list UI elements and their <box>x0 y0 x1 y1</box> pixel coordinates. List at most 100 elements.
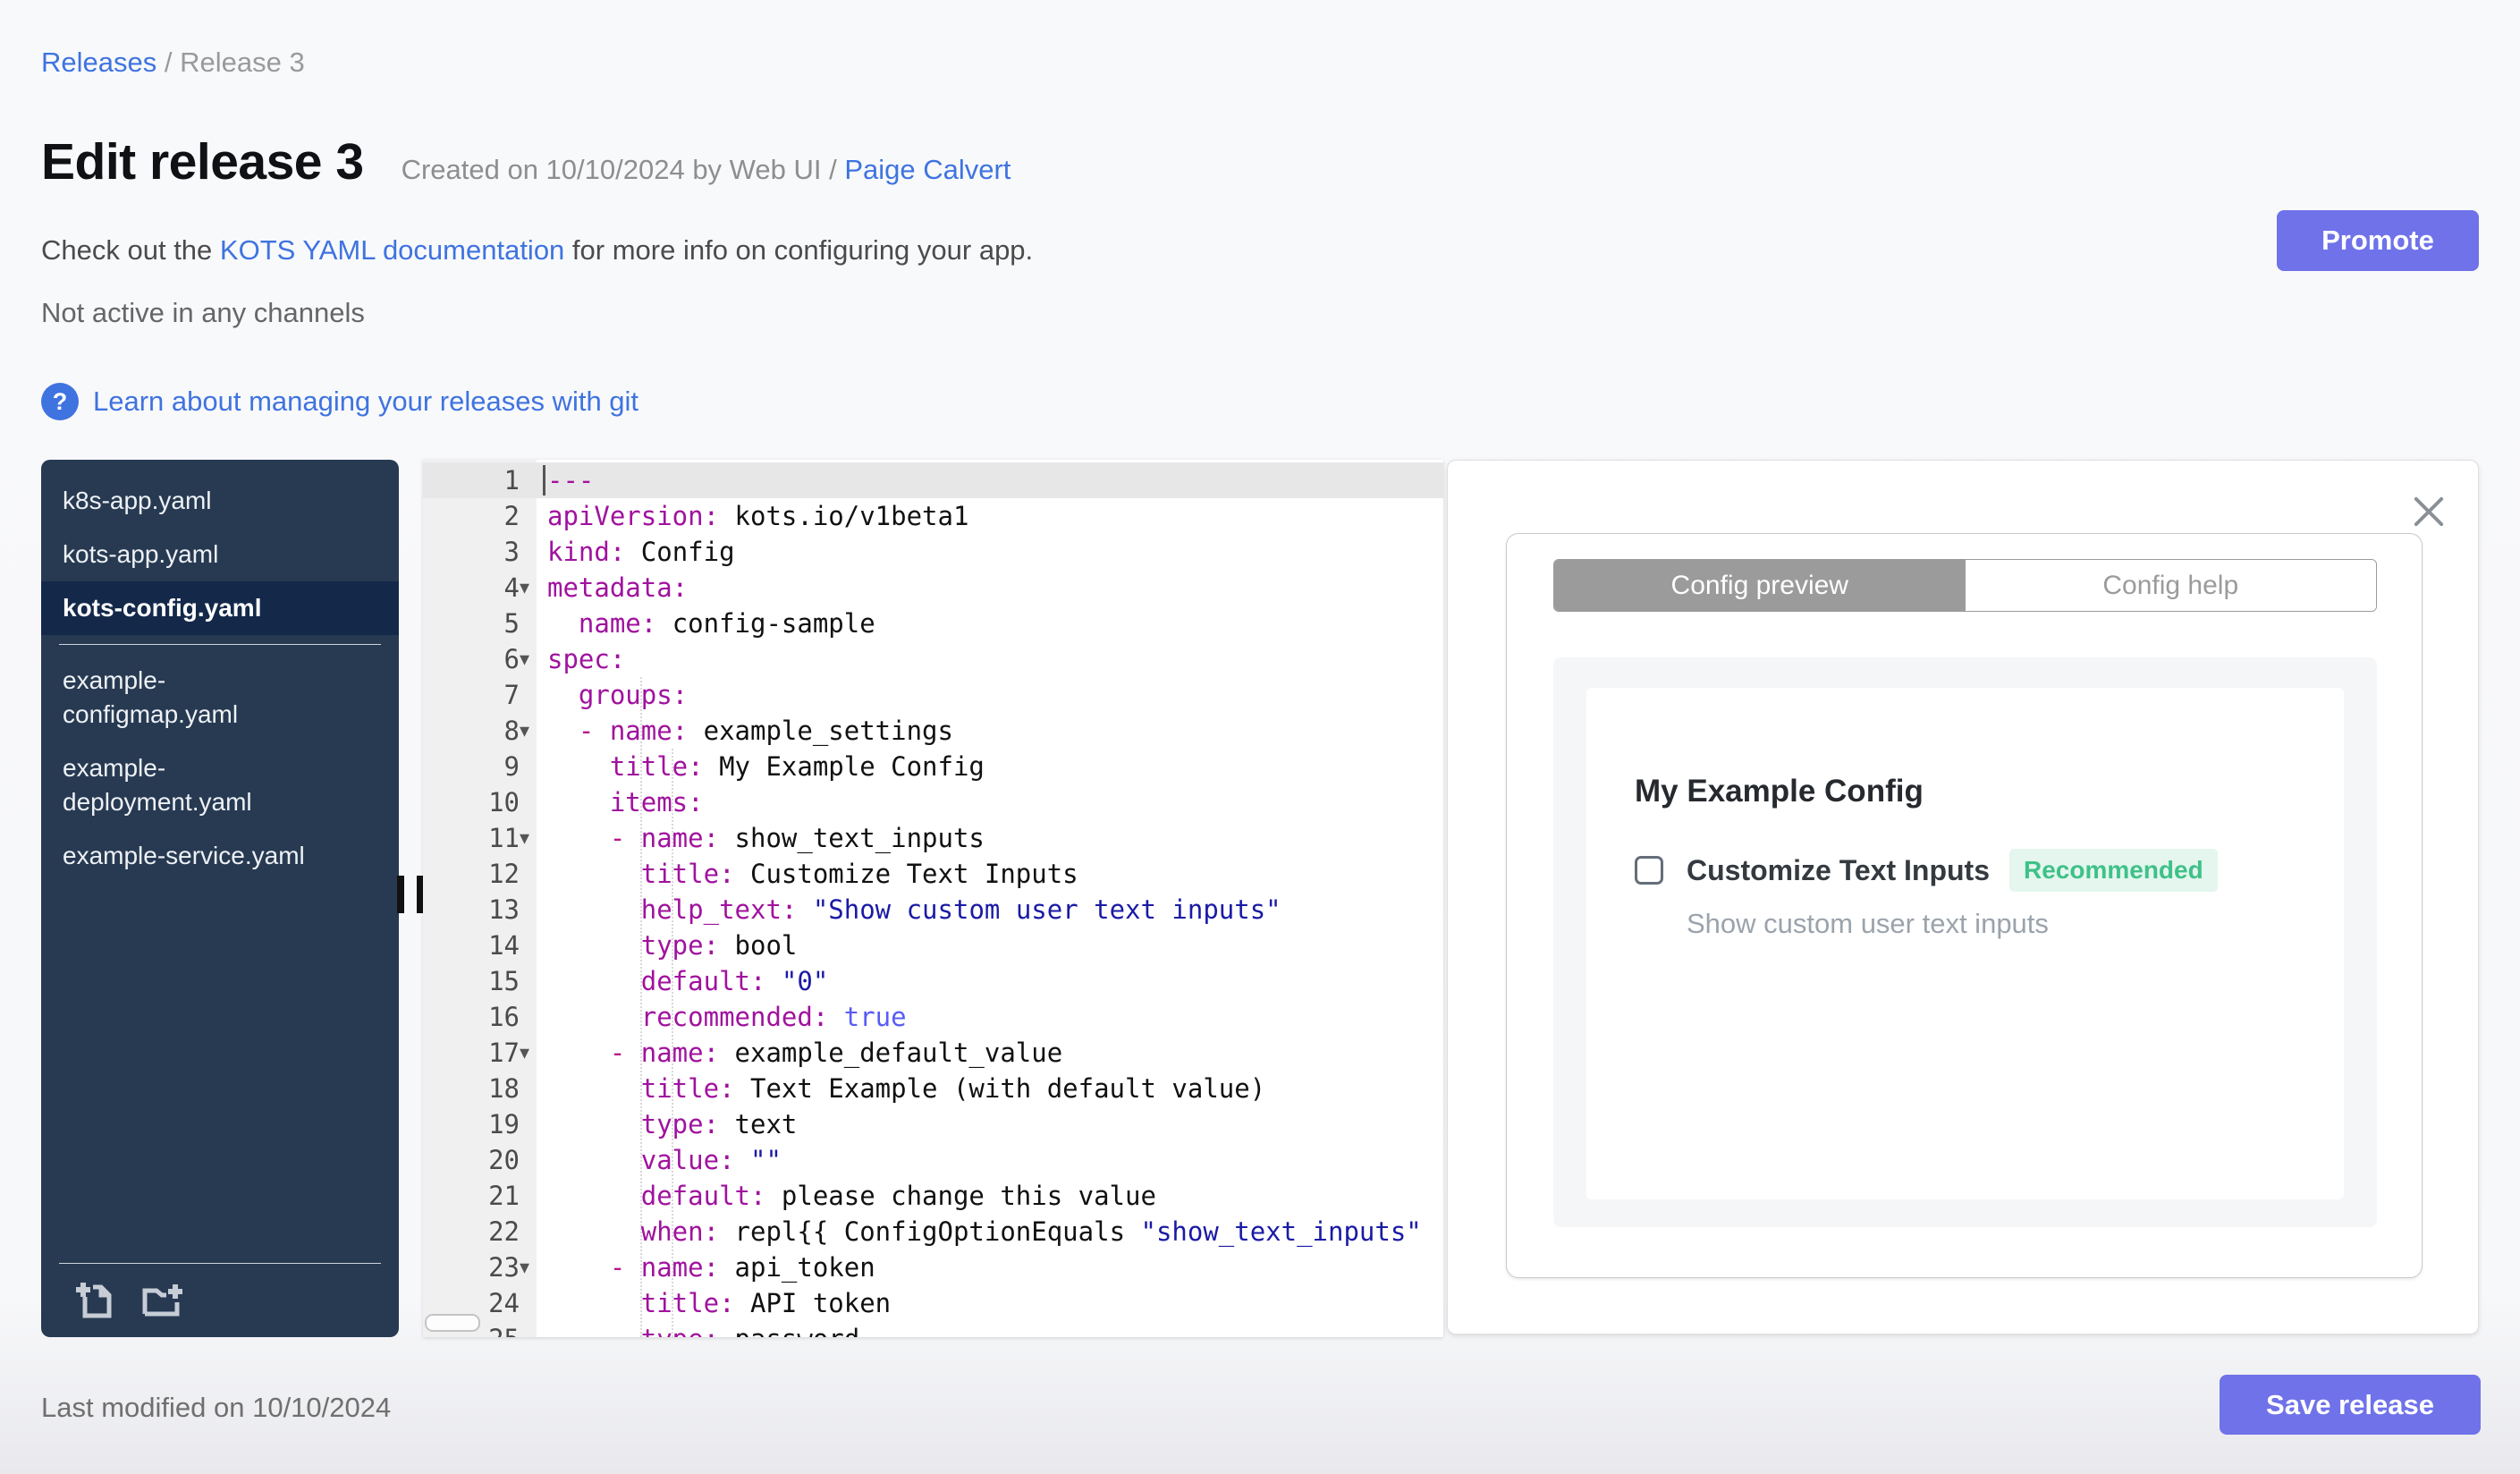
kots-yaml-docs-link[interactable]: KOTS YAML documentation <box>220 234 564 266</box>
sidebar-file-item[interactable]: example-deployment.yaml <box>41 741 399 829</box>
code-text[interactable]: default: please change this value <box>537 1178 1443 1214</box>
code-rows: 1 --- 2 apiVersion: kots.io/v1beta1 3 kind: C… <box>423 462 1443 1337</box>
add-file-icon[interactable] <box>73 1278 116 1321</box>
promote-button[interactable]: Promote <box>2277 210 2479 271</box>
code-line[interactable]: 4 ▾ metadata: <box>423 570 1443 606</box>
file-actions <box>73 1278 182 1321</box>
config-panel: Config preview Config help My Example Con… <box>1447 460 2479 1334</box>
line-number: 1 <box>503 465 520 496</box>
tab-config-preview[interactable]: Config preview <box>1554 560 1966 611</box>
code-line[interactable]: 24 title: API token <box>423 1285 1443 1321</box>
gutter-cell: 16 <box>423 999 537 1035</box>
code-line[interactable]: 23 ▾ - name: api_token <box>423 1250 1443 1285</box>
code-text[interactable]: default: "0" <box>537 963 1443 999</box>
code-line[interactable]: 18 title: Text Example (with default val… <box>423 1071 1443 1106</box>
code-text[interactable]: title: Customize Text Inputs <box>537 856 1443 892</box>
config-item-label: Customize Text Inputs <box>1687 853 1990 886</box>
page-title: Edit release 3 <box>41 133 364 191</box>
code-text[interactable]: when: repl{{ ConfigOptionEquals "show_te… <box>537 1214 1443 1250</box>
code-text[interactable]: value: "" <box>537 1142 1443 1178</box>
fold-arrow-icon <box>520 1214 537 1250</box>
gutter-cell: 12 <box>423 856 537 892</box>
code-line[interactable]: 2 apiVersion: kots.io/v1beta1 <box>423 498 1443 534</box>
line-number: 21 <box>488 1181 520 1211</box>
code-line[interactable]: 5 name: config-sample <box>423 606 1443 641</box>
line-number: 17 <box>488 1038 520 1068</box>
line-number: 23 <box>488 1252 520 1283</box>
code-text[interactable]: groups: <box>537 677 1443 713</box>
code-text[interactable]: - name: example_default_value <box>537 1035 1443 1071</box>
code-text[interactable]: name: config-sample <box>537 606 1443 641</box>
code-text[interactable]: - name: api_token <box>537 1250 1443 1285</box>
created-by-link[interactable]: Paige Calvert <box>844 154 1011 185</box>
code-line[interactable]: 1 --- <box>423 462 1443 498</box>
code-text[interactable]: type: text <box>537 1106 1443 1142</box>
recommended-badge: Recommended <box>2008 849 2218 892</box>
code-line[interactable]: 3 kind: Config <box>423 534 1443 570</box>
fold-arrow-icon[interactable]: ▾ <box>520 641 537 677</box>
sidebar-file-item[interactable]: example-service.yaml <box>41 829 399 883</box>
code-line[interactable]: 7 groups: <box>423 677 1443 713</box>
code-text[interactable]: type: password <box>537 1321 1443 1337</box>
gutter-cell: 9 <box>423 749 537 784</box>
fold-arrow-icon <box>520 677 537 713</box>
close-icon[interactable] <box>2411 494 2447 529</box>
code-line[interactable]: 21 default: please change this value <box>423 1178 1443 1214</box>
code-text[interactable]: title: Text Example (with default value) <box>537 1071 1443 1106</box>
sidebar-file-item[interactable]: example-configmap.yaml <box>41 654 399 741</box>
code-line[interactable]: 13 help_text: "Show custom user text inp… <box>423 892 1443 928</box>
yaml-editor[interactable]: 1 --- 2 apiVersion: kots.io/v1beta1 3 kind: C… <box>423 460 1443 1337</box>
breadcrumb-releases-link[interactable]: Releases <box>41 47 156 78</box>
git-help-row[interactable]: ? Learn about managing your releases wit… <box>41 383 638 420</box>
code-line[interactable]: 8 ▾ - name: example_settings <box>423 713 1443 749</box>
code-text[interactable]: apiVersion: kots.io/v1beta1 <box>537 498 1443 534</box>
horizontal-scrollbar-thumb[interactable] <box>425 1314 480 1332</box>
code-line[interactable]: 11 ▾ - name: show_text_inputs <box>423 820 1443 856</box>
line-number: 22 <box>488 1216 520 1247</box>
code-line[interactable]: 19 type: text <box>423 1106 1443 1142</box>
code-line[interactable]: 15 default: "0" <box>423 963 1443 999</box>
add-folder-icon[interactable] <box>140 1278 182 1321</box>
code-line[interactable]: 22 when: repl{{ ConfigOptionEquals "show… <box>423 1214 1443 1250</box>
code-text[interactable]: - name: show_text_inputs <box>537 820 1443 856</box>
code-text[interactable]: recommended: true <box>537 999 1443 1035</box>
code-line[interactable]: 6 ▾ spec: <box>423 641 1443 677</box>
fold-arrow-icon[interactable]: ▾ <box>520 820 537 856</box>
code-line[interactable]: 14 type: bool <box>423 928 1443 963</box>
question-mark-icon[interactable]: ? <box>41 383 79 420</box>
sidebar-file-item[interactable]: kots-app.yaml <box>41 528 399 581</box>
fold-arrow-icon[interactable]: ▾ <box>520 1250 537 1285</box>
sidebar-resize-handle-bar[interactable] <box>397 876 404 913</box>
code-text[interactable]: items: <box>537 784 1443 820</box>
line-number: 6 <box>503 644 520 674</box>
code-line[interactable]: 20 value: "" <box>423 1142 1443 1178</box>
code-line[interactable]: 16 recommended: true <box>423 999 1443 1035</box>
code-text[interactable]: spec: <box>537 641 1443 677</box>
sidebar-file-item[interactable]: k8s-app.yaml <box>41 474 399 528</box>
code-text[interactable]: - name: example_settings <box>537 713 1443 749</box>
code-text[interactable]: metadata: <box>537 570 1443 606</box>
fold-arrow-icon[interactable]: ▾ <box>520 570 537 606</box>
code-line[interactable]: 17 ▾ - name: example_default_value <box>423 1035 1443 1071</box>
code-text[interactable]: help_text: "Show custom user text inputs… <box>537 892 1443 928</box>
line-number: 10 <box>488 787 520 817</box>
code-text[interactable]: title: API token <box>537 1285 1443 1321</box>
code-line[interactable]: 10 items: <box>423 784 1443 820</box>
tab-config-help[interactable]: Config help <box>1965 560 2376 611</box>
code-text[interactable]: --- <box>537 462 1443 498</box>
code-text[interactable]: title: My Example Config <box>537 749 1443 784</box>
fold-arrow-icon <box>520 999 537 1035</box>
code-line[interactable]: 9 title: My Example Config <box>423 749 1443 784</box>
code-text[interactable]: type: bool <box>537 928 1443 963</box>
fold-arrow-icon[interactable]: ▾ <box>520 713 537 749</box>
git-releases-link[interactable]: Learn about managing your releases with … <box>93 385 638 418</box>
code-line[interactable]: 25 type: password <box>423 1321 1443 1337</box>
sidebar-file-item[interactable]: kots-config.yaml <box>41 581 399 635</box>
customize-text-inputs-checkbox[interactable] <box>1635 856 1663 885</box>
line-number: 20 <box>488 1145 520 1175</box>
code-text[interactable]: kind: Config <box>537 534 1443 570</box>
fold-arrow-icon[interactable]: ▾ <box>520 1035 537 1071</box>
gutter-cell: 3 <box>423 534 537 570</box>
save-release-button[interactable]: Save release <box>2220 1375 2481 1435</box>
code-line[interactable]: 12 title: Customize Text Inputs <box>423 856 1443 892</box>
